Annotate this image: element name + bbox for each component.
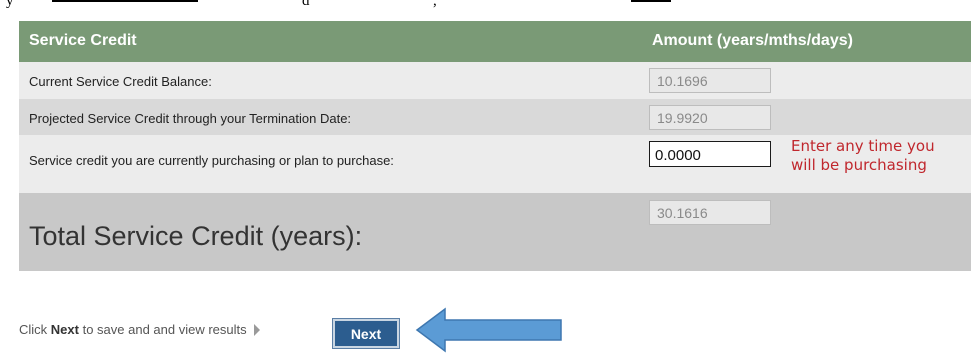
triangle-right-icon xyxy=(254,324,261,336)
current-balance-field: 10.1696 xyxy=(649,68,771,93)
header-service-credit: Service Credit xyxy=(29,32,137,49)
projected-credit-field: 19.9920 xyxy=(649,105,771,130)
purchase-credit-label: Service credit you are currently purchas… xyxy=(29,153,394,168)
cutoff-underline-2 xyxy=(631,0,671,2)
header-amount: Amount (years/mths/days) xyxy=(652,32,853,49)
current-balance-label: Current Service Credit Balance: xyxy=(29,74,212,89)
table-row: Service credit you are currently purchas… xyxy=(19,135,971,193)
total-credit-field: 30.1616 xyxy=(649,200,771,225)
cutoff-text-mid: d xyxy=(302,0,310,9)
cutoff-underline-1 xyxy=(52,0,198,2)
top-cutoff-strip: y d , xyxy=(0,0,972,20)
projected-credit-label: Projected Service Credit through your Te… xyxy=(29,111,352,126)
footer-prefix: Click xyxy=(19,322,51,337)
purchase-annotation: Enter any time you will be purchasing xyxy=(791,137,935,174)
footer-bold-next: Next xyxy=(50,322,79,337)
purchase-credit-input[interactable] xyxy=(649,141,771,167)
footer-suffix: to save and and view results xyxy=(78,322,247,337)
cutoff-text-right: , xyxy=(433,0,437,9)
footer-instruction: Click Next to save and and view results xyxy=(19,322,261,337)
total-row: Total Service Credit (years): 30.1616 xyxy=(19,193,971,271)
left-arrow-shape xyxy=(415,307,562,353)
service-credit-panel: Service Credit Amount (years/mths/days) … xyxy=(19,21,971,271)
table-row: Current Service Credit Balance: 10.1696 xyxy=(19,62,971,99)
total-credit-label: Total Service Credit (years): xyxy=(29,221,363,251)
next-button[interactable]: Next xyxy=(332,318,400,349)
table-row: Projected Service Credit through your Te… xyxy=(19,99,971,135)
table-header: Service Credit Amount (years/mths/days) xyxy=(19,21,971,62)
left-arrow-icon xyxy=(415,307,562,353)
cutoff-text-left: y xyxy=(6,0,14,9)
